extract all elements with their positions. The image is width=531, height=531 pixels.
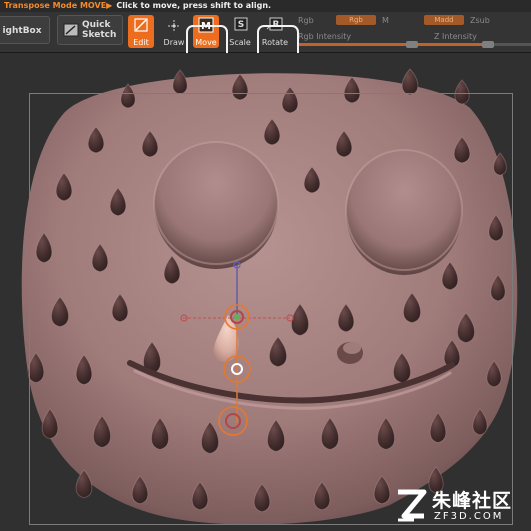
site-watermark: 朱峰社区 ZF3D.COM	[394, 484, 528, 528]
rgb-intensity-knob[interactable]	[406, 41, 418, 48]
draw-icon	[164, 17, 184, 35]
scale-label: Scale	[229, 38, 251, 47]
edit-label: Edit	[133, 38, 149, 47]
watermark-text: 朱峰社区	[432, 490, 513, 512]
color-sliders: Rgb Rgb M Madd Zsub Rgb Intensity Z Inte…	[298, 12, 531, 52]
status-bar: Transpose Mode MOVE▶ Click to move, press…	[0, 0, 531, 12]
draw-button[interactable]: Draw	[161, 15, 187, 48]
scale-icon: S	[230, 17, 250, 35]
rgb-label: Rgb	[298, 16, 314, 25]
zf3d-logo-icon	[394, 486, 428, 524]
zsub-label: Zsub	[470, 16, 490, 25]
zbrush-window: Transpose Mode MOVE▶ Click to move, press…	[0, 0, 531, 531]
edit-icon	[131, 17, 151, 35]
quick-sketch-icon	[63, 22, 79, 38]
status-hint: Click to move, press shift to align.	[116, 1, 272, 10]
seed	[401, 68, 419, 96]
rgb-toggle[interactable]: Rgb	[336, 15, 376, 25]
rgb-intensity-label: Rgb Intensity	[298, 32, 352, 41]
z-intensity-label: Z Intensity	[434, 32, 477, 41]
z-intensity-fill	[418, 43, 488, 46]
lightbox-button[interactable]: ightBox	[0, 16, 50, 44]
svg-text:S: S	[238, 20, 244, 30]
top-toolbar: ightBox Quick Sketch Edit Draw M Move S …	[0, 12, 531, 63]
z-intensity-slider[interactable]	[418, 41, 531, 48]
seed	[172, 69, 188, 95]
scale-button[interactable]: S Scale	[227, 15, 253, 48]
transpose-mode-text: Transpose Mode MOVE	[4, 1, 107, 10]
madd-toggle[interactable]: Madd	[424, 15, 464, 25]
quick-sketch-label: Quick Sketch	[82, 20, 117, 40]
document-viewport[interactable]	[0, 53, 531, 531]
m-label: M	[382, 16, 389, 25]
watermark-subtext: ZF3D.COM	[434, 511, 504, 522]
document-frame	[29, 93, 513, 525]
z-intensity-knob[interactable]	[482, 41, 494, 48]
edit-button[interactable]: Edit	[128, 15, 154, 48]
rgb-intensity-slider[interactable]	[298, 41, 418, 48]
rgb-intensity-fill	[298, 43, 412, 46]
quick-sketch-button[interactable]: Quick Sketch	[57, 15, 123, 45]
